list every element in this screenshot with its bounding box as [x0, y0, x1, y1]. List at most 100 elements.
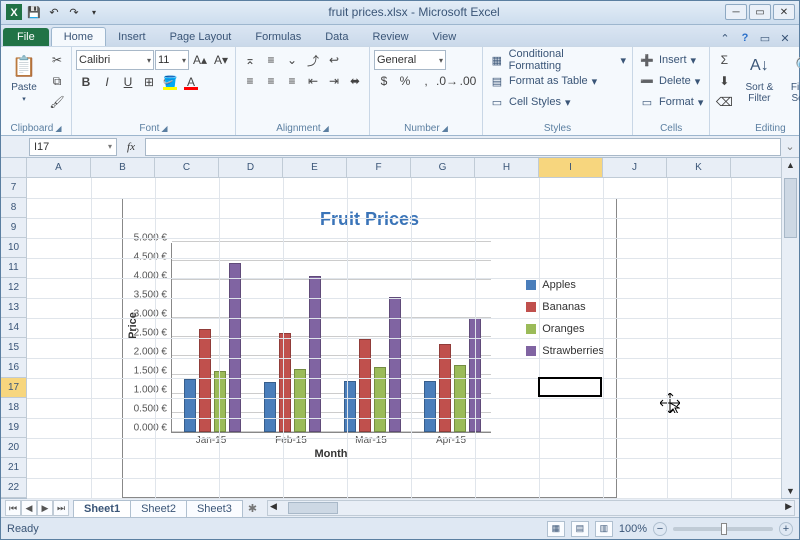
select-all-triangle[interactable] — [1, 158, 27, 178]
row-header[interactable]: 10 — [1, 238, 26, 258]
paste-button[interactable]: 📋 Paste ▾ — [5, 50, 43, 103]
sheet-nav-next-icon[interactable]: ▶ — [37, 500, 53, 516]
column-header[interactable]: D — [219, 158, 283, 177]
redo-icon[interactable]: ↷ — [65, 3, 83, 21]
restore-button[interactable]: ▭ — [749, 4, 771, 20]
undo-icon[interactable]: ↶ — [45, 3, 63, 21]
cell-styles-button[interactable]: ▭Cell Styles ▾ — [487, 92, 628, 112]
column-header[interactable]: H — [475, 158, 539, 177]
cut-icon[interactable]: ✂ — [47, 50, 67, 70]
row-header[interactable]: 9 — [1, 218, 26, 238]
format-painter-icon[interactable]: 🖌 — [47, 92, 67, 112]
decrease-decimal-icon[interactable]: .00 — [458, 71, 478, 91]
decrease-indent-icon[interactable]: ⇤ — [303, 71, 323, 91]
row-header[interactable]: 18 — [1, 398, 26, 418]
conditional-formatting-button[interactable]: ▦Conditional Formatting ▾ — [487, 50, 628, 70]
increase-indent-icon[interactable]: ⇥ — [324, 71, 344, 91]
sheet-nav-first-icon[interactable]: ⏮ — [5, 500, 21, 516]
column-header[interactable]: A — [27, 158, 91, 177]
wrap-text-icon[interactable]: ↩ — [324, 50, 344, 70]
minimize-ribbon-icon[interactable]: ⌃ — [717, 30, 733, 46]
align-center-icon[interactable]: ≡ — [261, 71, 281, 91]
close-button[interactable]: ✕ — [773, 4, 795, 20]
column-headers[interactable]: ABCDEFGHIJK — [27, 158, 781, 178]
sheet-nav-last-icon[interactable]: ⏭ — [53, 500, 69, 516]
delete-cells-button[interactable]: ➖Delete ▾ — [637, 71, 705, 91]
fill-color-icon[interactable]: 🪣 — [160, 72, 180, 92]
tab-review[interactable]: Review — [360, 28, 420, 46]
view-normal-icon[interactable]: ▦ — [547, 521, 565, 537]
bold-icon[interactable]: B — [76, 72, 96, 92]
minimize-button[interactable]: ─ — [725, 4, 747, 20]
sheet-tab[interactable]: Sheet2 — [130, 500, 187, 517]
grow-font-icon[interactable]: A▴ — [190, 50, 210, 70]
sheet-tab[interactable]: Sheet3 — [186, 500, 243, 517]
find-select-button[interactable]: 🔍 Find & Select — [784, 50, 800, 104]
format-as-table-button[interactable]: ▤Format as Table ▾ — [487, 71, 628, 91]
column-header[interactable]: B — [91, 158, 155, 177]
vertical-scrollbar[interactable]: ▲ ▼ — [781, 158, 799, 498]
row-header[interactable]: 16 — [1, 358, 26, 378]
qat-customize-icon[interactable]: ▾ — [85, 3, 103, 21]
horizontal-scroll-thumb[interactable] — [288, 502, 338, 514]
align-left-icon[interactable]: ≡ — [240, 71, 260, 91]
view-page-break-icon[interactable]: ▥ — [595, 521, 613, 537]
column-header[interactable]: E — [283, 158, 347, 177]
row-headers[interactable]: 78910111213141516171819202122 — [1, 158, 27, 498]
align-middle-icon[interactable]: ≡ — [261, 50, 281, 70]
increase-decimal-icon[interactable]: .0→ — [437, 71, 457, 91]
new-sheet-icon[interactable]: ✱ — [242, 502, 263, 515]
sort-filter-button[interactable]: A↓ Sort & Filter — [738, 50, 780, 104]
tab-page-layout[interactable]: Page Layout — [158, 28, 244, 46]
expand-formula-bar-icon[interactable]: ⌄ — [781, 140, 799, 153]
row-header[interactable]: 11 — [1, 258, 26, 278]
embedded-chart[interactable]: Fruit Prices Price 0.000 €0.500 €1.000 €… — [122, 198, 617, 498]
percent-format-icon[interactable]: % — [395, 71, 415, 91]
view-page-layout-icon[interactable]: ▤ — [571, 521, 589, 537]
number-format-combo[interactable]: General▾ — [374, 50, 446, 70]
tab-formulas[interactable]: Formulas — [243, 28, 313, 46]
font-size-combo[interactable]: 11▾ — [155, 50, 189, 70]
underline-icon[interactable]: U — [118, 72, 138, 92]
cells-area[interactable]: Fruit Prices Price 0.000 €0.500 €1.000 €… — [27, 178, 781, 498]
name-box[interactable]: I17▾ — [29, 138, 117, 156]
copy-icon[interactable]: ⧉ — [47, 71, 67, 91]
row-header[interactable]: 20 — [1, 438, 26, 458]
zoom-in-button[interactable]: + — [779, 522, 793, 536]
row-header[interactable]: 12 — [1, 278, 26, 298]
column-header[interactable]: J — [603, 158, 667, 177]
sheet-nav-prev-icon[interactable]: ◀ — [21, 500, 37, 516]
column-header[interactable]: I — [539, 158, 603, 177]
clear-icon[interactable]: ⌫ — [714, 92, 734, 112]
font-name-combo[interactable]: Calibri▾ — [76, 50, 154, 70]
fx-icon[interactable]: fx — [117, 141, 145, 153]
row-header[interactable]: 8 — [1, 198, 26, 218]
tab-home[interactable]: Home — [51, 27, 106, 46]
fill-icon[interactable]: ⬇ — [714, 71, 734, 91]
column-header[interactable]: G — [411, 158, 475, 177]
tab-view[interactable]: View — [421, 28, 469, 46]
row-header[interactable]: 19 — [1, 418, 26, 438]
workbook-close-icon[interactable]: ✕ — [777, 30, 793, 46]
row-header[interactable]: 7 — [1, 178, 26, 198]
align-top-icon[interactable]: ⌅ — [240, 50, 260, 70]
tab-data[interactable]: Data — [313, 28, 360, 46]
format-cells-button[interactable]: ▭Format ▾ — [637, 92, 705, 112]
autosum-icon[interactable]: Σ — [714, 50, 734, 70]
workbook-restore-icon[interactable]: ▭ — [757, 30, 773, 46]
row-header[interactable]: 17 — [1, 378, 26, 398]
row-header[interactable]: 21 — [1, 458, 26, 478]
worksheet-grid[interactable]: ABCDEFGHIJK 7891011121314151617181920212… — [1, 158, 799, 498]
tab-file[interactable]: File — [3, 28, 49, 46]
vertical-scroll-thumb[interactable] — [784, 178, 797, 238]
border-icon[interactable]: ⊞ — [139, 72, 159, 92]
row-header[interactable]: 22 — [1, 478, 26, 498]
italic-icon[interactable]: I — [97, 72, 117, 92]
formula-bar[interactable] — [145, 138, 781, 156]
comma-format-icon[interactable]: , — [416, 71, 436, 91]
column-header[interactable]: C — [155, 158, 219, 177]
column-header[interactable]: F — [347, 158, 411, 177]
merge-center-icon[interactable]: ⬌ — [345, 71, 365, 91]
row-header[interactable]: 15 — [1, 338, 26, 358]
horizontal-scrollbar[interactable]: ◀ ▶ — [267, 500, 795, 516]
